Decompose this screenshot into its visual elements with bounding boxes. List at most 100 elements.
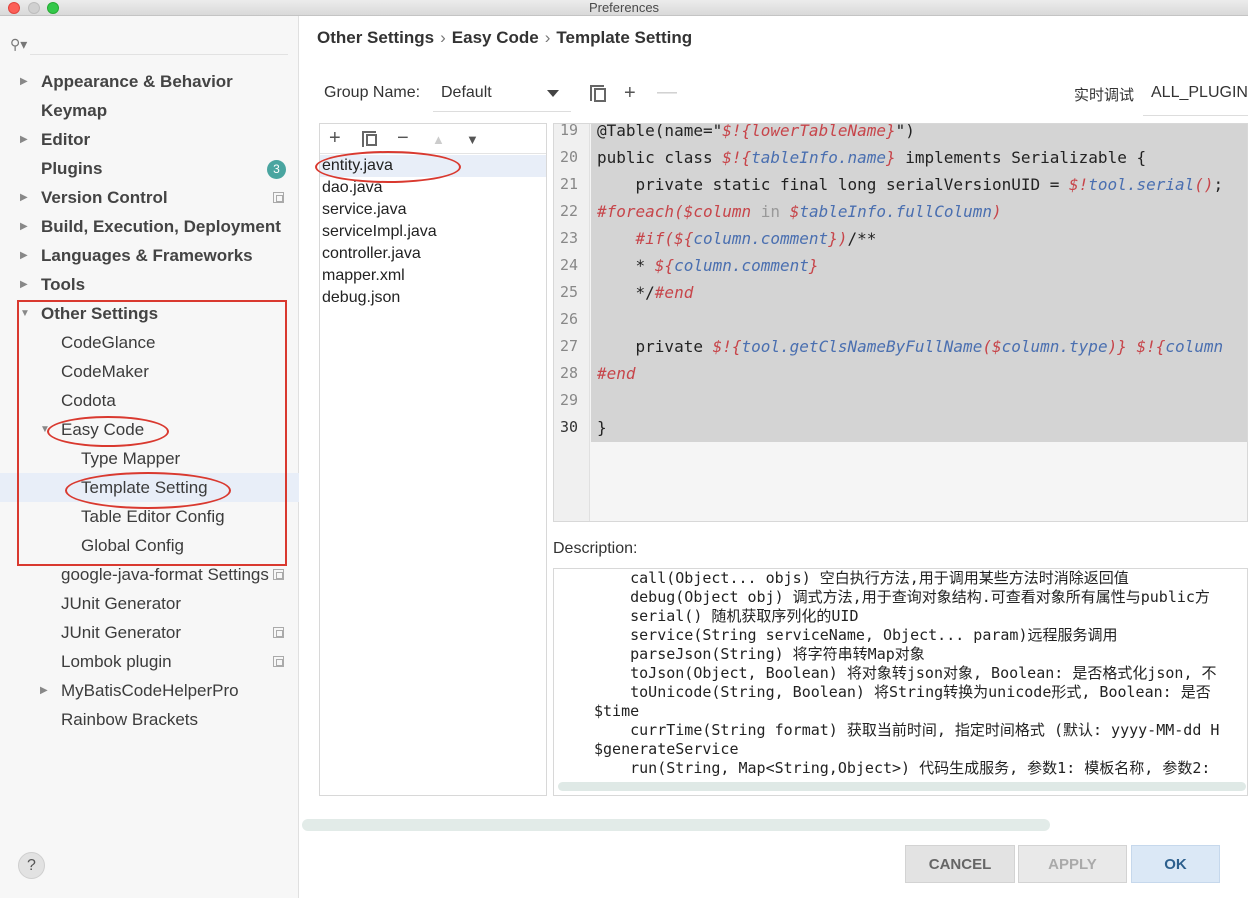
file-toolbar: + − ▲ ▼	[320, 124, 546, 154]
sidebar-item-label: Build, Execution, Deployment	[41, 217, 281, 236]
apply-button[interactable]: APPLY	[1018, 845, 1127, 883]
remove-file-icon[interactable]: −	[397, 128, 409, 148]
sidebar-item-junit-generator-project[interactable]: JUnit Generator	[0, 618, 299, 647]
line-number: 30	[560, 418, 579, 436]
settings-sidebar: ⚲▾ ▶ Appearance & Behavior Keymap ▶ Edit…	[0, 16, 299, 898]
sidebar-item-label: Keymap	[41, 101, 108, 120]
copy-file-icon[interactable]	[362, 131, 377, 147]
sidebar-item-lombok-plugin[interactable]: Lombok plugin	[0, 647, 299, 676]
sidebar-item-mybatiscodehelperpro[interactable]: ▶ MyBatisCodeHelperPro	[0, 676, 299, 705]
chevron-down-icon	[547, 90, 559, 97]
breadcrumb-separator-icon: ›	[440, 28, 446, 47]
sidebar-item-label: Languages & Frameworks	[41, 246, 253, 265]
description-line: serial() 随机获取序列化的UID	[594, 607, 859, 625]
line-number: 28	[560, 364, 579, 382]
search-icon[interactable]: ⚲▾	[10, 36, 27, 53]
settings-search-input[interactable]	[30, 33, 288, 55]
sidebar-item-label: Rainbow Brackets	[61, 710, 199, 729]
plugins-update-badge: 3	[267, 160, 286, 179]
group-name-value: Default	[441, 84, 492, 101]
expand-arrow-icon[interactable]: ▶	[20, 125, 28, 154]
code-line: @Table(name="$!{lowerTableName}")	[597, 123, 915, 140]
file-item-serviceimpl[interactable]: serviceImpl.java	[322, 221, 437, 243]
sidebar-item-languages-frameworks[interactable]: ▶ Languages & Frameworks	[0, 241, 299, 270]
project-settings-icon	[273, 192, 284, 203]
breadcrumb-easy-code[interactable]: Easy Code	[452, 28, 539, 47]
copy-group-icon[interactable]	[590, 85, 606, 102]
move-up-icon[interactable]: ▲	[432, 130, 445, 150]
group-name-dropdown[interactable]: Default	[433, 80, 571, 112]
sidebar-item-rainbow-brackets[interactable]: Rainbow Brackets	[0, 705, 299, 734]
sidebar-item-tools[interactable]: ▶ Tools	[0, 270, 299, 299]
line-number: 20	[560, 148, 579, 166]
project-settings-icon	[273, 656, 284, 667]
code-line: * ${column.comment}	[597, 256, 819, 275]
description-horizontal-scrollbar[interactable]	[558, 782, 1246, 791]
sidebar-item-build-execution-deployment[interactable]: ▶ Build, Execution, Deployment	[0, 212, 299, 241]
sidebar-item-label: Appearance & Behavior	[41, 72, 233, 91]
main-horizontal-scrollbar[interactable]	[302, 819, 1050, 831]
expand-arrow-icon[interactable]: ▶	[20, 67, 28, 96]
file-item-mapper[interactable]: mapper.xml	[322, 265, 405, 287]
file-item-service[interactable]: service.java	[322, 199, 406, 221]
description-line: toUnicode(String, Boolean) 将String转换为uni…	[594, 683, 1211, 701]
line-number: 26	[560, 310, 579, 328]
expand-arrow-icon[interactable]: ▶	[40, 676, 48, 705]
code-line: */#end	[597, 283, 694, 302]
line-number: 25	[560, 283, 579, 301]
template-code-editor[interactable]: 19 20 21 22 23 24 25 26 27 28 29 30 @Tab…	[553, 123, 1248, 522]
description-line: debug(Object obj) 调式方法,用于查询对象结构.可查看对象所有属…	[594, 588, 1210, 606]
sidebar-item-version-control[interactable]: ▶ Version Control	[0, 183, 299, 212]
annotation-oval-template-setting	[65, 472, 231, 509]
line-number: 29	[560, 391, 579, 409]
code-line: #end	[597, 364, 636, 383]
breadcrumb-other-settings[interactable]: Other Settings	[317, 28, 434, 47]
sidebar-item-label: JUnit Generator	[61, 594, 181, 613]
code-line: }	[597, 418, 607, 437]
code-line: #if(${column.comment})/**	[635, 229, 877, 248]
expand-arrow-icon[interactable]: ▶	[20, 212, 28, 241]
ok-button[interactable]: OK	[1131, 845, 1220, 883]
title-bar: Preferences	[0, 0, 1248, 16]
sidebar-item-label: Plugins	[41, 159, 103, 178]
sidebar-item-junit-generator[interactable]: JUnit Generator	[0, 589, 299, 618]
remove-group-icon[interactable]: —	[657, 82, 677, 102]
description-line: call(Object... objs) 空白执行方法,用于调用某些方法时消除返…	[594, 569, 1129, 587]
line-number: 22	[560, 202, 579, 220]
move-down-icon[interactable]: ▼	[466, 130, 479, 150]
group-name-label: Group Name:	[324, 84, 421, 101]
code-line: private $!{tool.getClsNameByFullName($co…	[597, 337, 1224, 356]
sidebar-item-label: Version Control	[41, 188, 168, 207]
annotation-oval-entity	[315, 151, 461, 183]
sidebar-item-keymap[interactable]: Keymap	[0, 96, 299, 125]
cancel-button[interactable]: CANCEL	[905, 845, 1015, 883]
description-line: $generateService	[594, 740, 739, 758]
code-line: public class $!{tableInfo.name} implemen…	[597, 148, 1147, 167]
add-file-icon[interactable]: +	[329, 128, 341, 148]
window-title: Preferences	[588, 0, 660, 15]
file-item-controller[interactable]: controller.java	[322, 243, 421, 265]
description-line: $time	[594, 702, 640, 720]
description-line: currTime(String format) 获取当前时间, 指定时间格式 (…	[594, 721, 1220, 739]
project-settings-icon	[273, 569, 284, 580]
code-line: private static final long serialVersionU…	[597, 175, 1224, 194]
file-item-debug[interactable]: debug.json	[322, 287, 400, 309]
line-number: 24	[560, 256, 579, 274]
line-number: 23	[560, 229, 579, 247]
line-number: 19	[560, 123, 579, 139]
realtime-debug-dropdown[interactable]: ALL_PLUGIN	[1143, 80, 1248, 116]
expand-arrow-icon[interactable]: ▶	[20, 183, 28, 212]
help-button[interactable]: ?	[18, 852, 45, 879]
sidebar-item-editor[interactable]: ▶ Editor	[0, 125, 299, 154]
expand-arrow-icon[interactable]: ▶	[20, 270, 28, 299]
add-group-icon[interactable]: +	[624, 83, 636, 103]
realtime-debug-value: ALL_PLUGIN	[1151, 84, 1248, 101]
expand-arrow-icon[interactable]: ▶	[20, 241, 28, 270]
description-text-area[interactable]: call(Object... objs) 空白执行方法,用于调用某些方法时消除返…	[553, 568, 1248, 796]
code-line: #foreach($column in $tableInfo.fullColum…	[597, 202, 1002, 221]
sidebar-item-appearance-behavior[interactable]: ▶ Appearance & Behavior	[0, 67, 299, 96]
sidebar-item-label: JUnit Generator	[61, 623, 181, 642]
sidebar-item-plugins[interactable]: Plugins 3	[0, 154, 299, 183]
sidebar-item-label: Editor	[41, 130, 91, 149]
description-line: run(String, Map<String,Object>) 代码生成服务, …	[594, 759, 1211, 777]
